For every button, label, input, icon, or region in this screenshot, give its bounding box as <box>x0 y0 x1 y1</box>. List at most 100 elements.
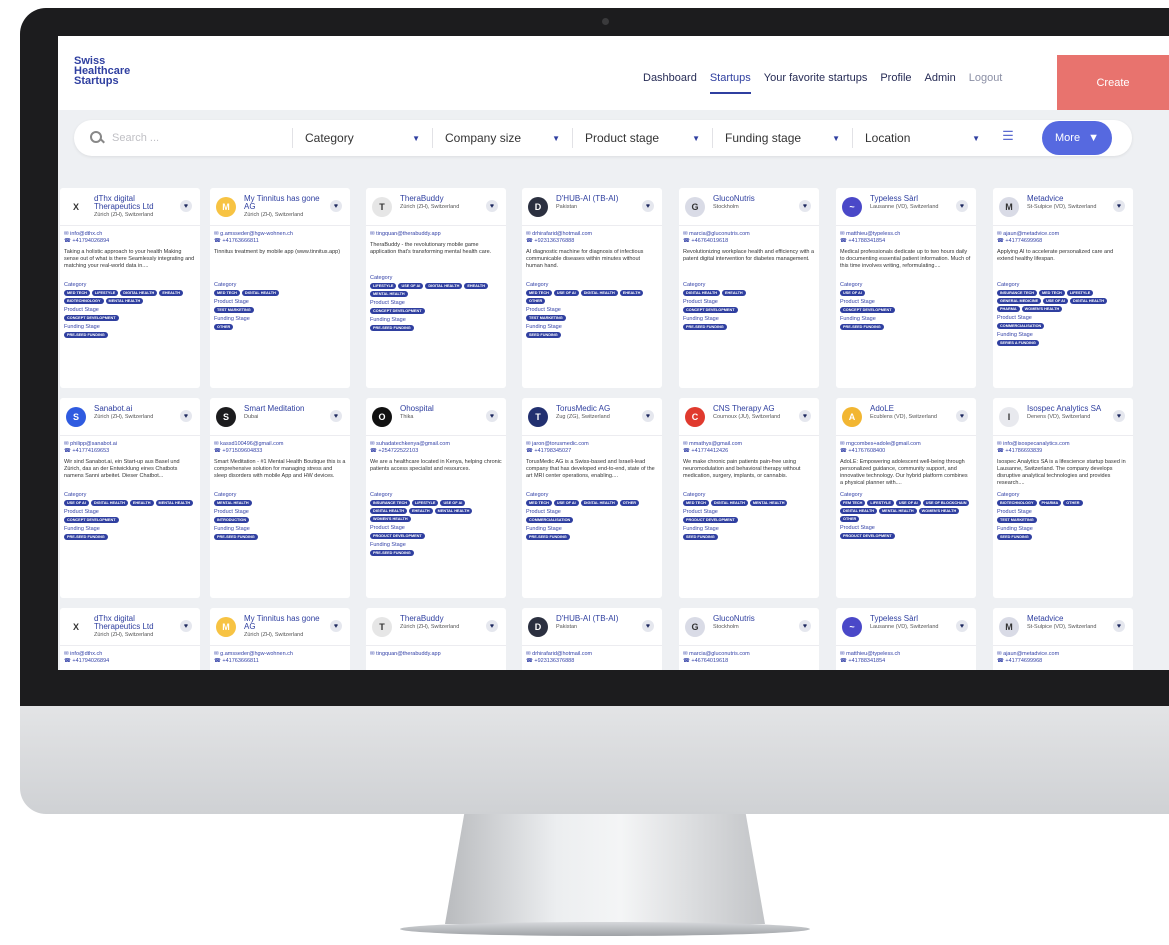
company-name[interactable]: Metadvice St-Sulpice (VD), Switzerland <box>1027 615 1107 631</box>
filter-category[interactable]: Category ▼ <box>292 128 432 148</box>
startup-card[interactable]: ~ Typeless Sàrl Lausanne (VD), Switzerland… <box>836 608 976 670</box>
company-name[interactable]: dThx digital Therapeutics Ltd Zürich (ZH)… <box>94 615 174 639</box>
favorite-heart-icon[interactable]: ♥ <box>330 620 342 632</box>
company-name[interactable]: Sanabot.ai Zürich (ZH), Switzerland <box>94 405 174 421</box>
favorite-heart-icon[interactable]: ♥ <box>330 410 342 422</box>
contact-email[interactable]: ✉ tingquan@therabuddy.app <box>370 651 502 658</box>
more-filters-button[interactable]: More ▼ <box>1042 121 1112 155</box>
contact-email[interactable]: ✉ g.amsseder@hgw-wohnen.ch <box>214 231 346 238</box>
company-name[interactable]: My Tinnitus has gone AG Zürich (ZH), Swit… <box>244 615 324 639</box>
company-name[interactable]: dThx digital Therapeutics Ltd Zürich (ZH)… <box>94 195 174 219</box>
favorite-heart-icon[interactable]: ♥ <box>486 200 498 212</box>
startup-card[interactable]: T TorusMedic AG Zug (ZG), Switzerland ♥ ✉ ja… <box>522 398 662 598</box>
nav-dashboard[interactable]: Dashboard <box>643 72 697 94</box>
startup-card[interactable]: M Metadvice St-Sulpice (VD), Switzerland ♥ ✉… <box>993 608 1133 670</box>
startup-card[interactable]: XdThx digital Therapeutics Ltd Zürich (ZH… <box>60 608 200 670</box>
contact-email[interactable]: ✉ matthieu@typeless.ch <box>840 651 972 658</box>
company-name[interactable]: Typeless Sàrl Lausanne (VD), Switzerland <box>870 195 950 211</box>
favorite-heart-icon[interactable]: ♥ <box>642 200 654 212</box>
nav-admin[interactable]: Admin <box>925 72 956 94</box>
favorite-heart-icon[interactable]: ♥ <box>180 410 192 422</box>
startup-card[interactable]: M My Tinnitus has gone AG Zürich (ZH), Swi… <box>210 608 350 670</box>
list-view-icon[interactable]: ☰ <box>998 128 1018 148</box>
filter-location[interactable]: Location ▼ <box>852 128 992 148</box>
company-name[interactable]: GlucoNutris Stockholm <box>713 615 793 631</box>
company-name[interactable]: Metadvice St-Sulpice (VD), Switzerland <box>1027 195 1107 211</box>
contact-email[interactable]: ✉ info@isospecanalytics.com <box>997 441 1129 448</box>
filter-company-size[interactable]: Company size ▼ <box>432 128 572 148</box>
contact-email[interactable]: ✉ info@dthx.ch <box>64 651 196 658</box>
startup-card[interactable]: O Ohospital Thika ♥ ✉ suhadatechkenya@gmail.… <box>366 398 506 598</box>
contact-email[interactable]: ✉ suhadatechkenya@gmail.com <box>370 441 502 448</box>
startup-card[interactable]: I Isospec Analytics SA Denens (VD), Switze… <box>993 398 1133 598</box>
startup-card[interactable]: M Metadvice St-Sulpice (VD), Switzerland ♥ ✉… <box>993 188 1133 388</box>
contact-email[interactable]: ✉ rngcombes+adole@gmail.com <box>840 441 972 448</box>
favorite-heart-icon[interactable]: ♥ <box>1113 200 1125 212</box>
startup-card[interactable]: M My Tinnitus has gone AG Zürich (ZH), Swi… <box>210 188 350 388</box>
startup-card[interactable]: D D'HUB-AI (TB-AI) Pakistan ♥ ✉ drhirafarid@… <box>522 608 662 670</box>
startup-card[interactable]: S Sanabot.ai Zürich (ZH), Switzerland ♥ ✉ ph… <box>60 398 200 598</box>
nav-logout[interactable]: Logout <box>969 72 1003 94</box>
favorite-heart-icon[interactable]: ♥ <box>180 200 192 212</box>
company-name[interactable]: D'HUB-AI (TB-AI) Pakistan <box>556 195 636 211</box>
company-name[interactable]: TorusMedic AG Zug (ZG), Switzerland <box>556 405 636 421</box>
favorite-heart-icon[interactable]: ♥ <box>486 410 498 422</box>
company-name[interactable]: D'HUB-AI (TB-AI) Pakistan <box>556 615 636 631</box>
filter-product-stage[interactable]: Product stage ▼ <box>572 128 712 148</box>
startup-card[interactable]: C CNS Therapy AG Cournoux (JU), Switzerlan… <box>679 398 819 598</box>
contact-email[interactable]: ✉ drhirafarid@hotmail.com <box>526 651 658 658</box>
startup-card[interactable]: S Smart Meditation Dubai ♥ ✉ kassd100496@gma… <box>210 398 350 598</box>
favorite-heart-icon[interactable]: ♥ <box>956 410 968 422</box>
contact-email[interactable]: ✉ marcia@gluconutris.com <box>683 231 815 238</box>
favorite-heart-icon[interactable]: ♥ <box>956 620 968 632</box>
favorite-heart-icon[interactable]: ♥ <box>1113 410 1125 422</box>
contact-email[interactable]: ✉ ajaun@metadvice.com <box>997 651 1129 658</box>
search-input[interactable]: Search ... <box>112 132 292 144</box>
company-name[interactable]: GlucoNutris Stockholm <box>713 195 793 211</box>
favorite-heart-icon[interactable]: ♥ <box>799 410 811 422</box>
nav-favorites[interactable]: Your favorite startups <box>764 72 868 94</box>
favorite-heart-icon[interactable]: ♥ <box>486 620 498 632</box>
contact-email[interactable]: ✉ info@dthx.ch <box>64 231 196 238</box>
contact-email[interactable]: ✉ mmathys@gmail.com <box>683 441 815 448</box>
contact-email[interactable]: ✉ kassd100496@gmail.com <box>214 441 346 448</box>
company-name[interactable]: CNS Therapy AG Cournoux (JU), Switzerland <box>713 405 793 421</box>
startup-card[interactable]: XdThx digital Therapeutics Ltd Zürich (ZH… <box>60 188 200 388</box>
favorite-heart-icon[interactable]: ♥ <box>642 410 654 422</box>
favorite-heart-icon[interactable]: ♥ <box>642 620 654 632</box>
startup-card[interactable]: A AdoLE Ecublens (VD), Switzerland ♥ ✉ rngco… <box>836 398 976 598</box>
company-name[interactable]: TheraBuddy Zürich (ZH), Switzerland <box>400 615 480 631</box>
favorite-heart-icon[interactable]: ♥ <box>799 200 811 212</box>
contact-email[interactable]: ✉ drhirafarid@hotmail.com <box>526 231 658 238</box>
company-name[interactable]: AdoLE Ecublens (VD), Switzerland <box>870 405 950 421</box>
filter-funding-stage[interactable]: Funding stage ▼ <box>712 128 852 148</box>
contact-email[interactable]: ✉ g.amsseder@hgw-wohnen.ch <box>214 651 346 658</box>
startup-card[interactable]: T TheraBuddy Zürich (ZH), Switzerland ♥ ✉ ti… <box>366 608 506 670</box>
create-button[interactable]: Create <box>1057 55 1169 110</box>
favorite-heart-icon[interactable]: ♥ <box>799 620 811 632</box>
contact-email[interactable]: ✉ philipp@sanabot.ai <box>64 441 196 448</box>
company-name[interactable]: Smart Meditation Dubai <box>244 405 324 421</box>
startup-card[interactable]: ~ Typeless Sàrl Lausanne (VD), Switzerland… <box>836 188 976 388</box>
startup-card[interactable]: D D'HUB-AI (TB-AI) Pakistan ♥ ✉ drhirafarid@… <box>522 188 662 388</box>
contact-email[interactable]: ✉ tingquan@therabuddy.app <box>370 231 502 238</box>
startup-card[interactable]: G GlucoNutris Stockholm ♥ ✉ marcia@gluconutr… <box>679 188 819 388</box>
company-name[interactable]: Ohospital Thika <box>400 405 480 421</box>
nav-startups[interactable]: Startups <box>709 72 751 94</box>
contact-email[interactable]: ✉ jaron@torusmedic.com <box>526 441 658 448</box>
favorite-heart-icon[interactable]: ♥ <box>180 620 192 632</box>
favorite-heart-icon[interactable]: ♥ <box>956 200 968 212</box>
company-name[interactable]: My Tinnitus has gone AG Zürich (ZH), Swit… <box>244 195 324 219</box>
company-name[interactable]: Typeless Sàrl Lausanne (VD), Switzerland <box>870 615 950 631</box>
company-name[interactable]: Isospec Analytics SA Denens (VD), Switzer… <box>1027 405 1107 421</box>
favorite-heart-icon[interactable]: ♥ <box>330 200 342 212</box>
company-name[interactable]: TheraBuddy Zürich (ZH), Switzerland <box>400 195 480 211</box>
favorite-heart-icon[interactable]: ♥ <box>1113 620 1125 632</box>
contact-email[interactable]: ✉ ajaun@metadvice.com <box>997 231 1129 238</box>
app-logo[interactable]: Swiss Healthcare Startups <box>74 56 154 87</box>
startup-card[interactable]: T TheraBuddy Zürich (ZH), Switzerland ♥ ✉ ti… <box>366 188 506 388</box>
contact-email[interactable]: ✉ marcia@gluconutris.com <box>683 651 815 658</box>
contact-email[interactable]: ✉ matthieu@typeless.ch <box>840 231 972 238</box>
nav-profile[interactable]: Profile <box>880 72 911 94</box>
startup-card[interactable]: G GlucoNutris Stockholm ♥ ✉ marcia@gluconutr… <box>679 608 819 670</box>
